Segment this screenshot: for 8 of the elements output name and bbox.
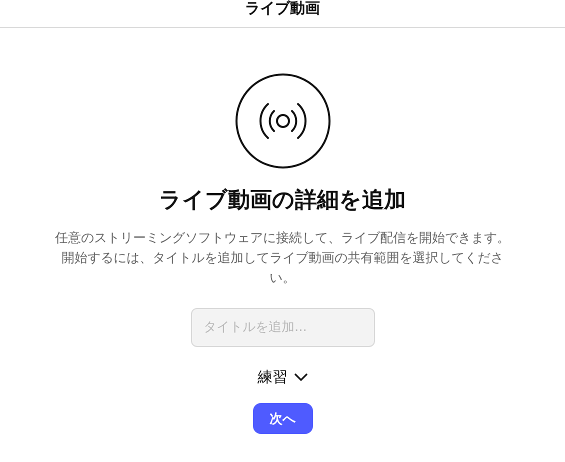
- description: 任意のストリーミングソフトウェアに接続して、ライブ配信を開始できます。開始するには、タイトルを追加してライブ動画の共有範囲を選択してください。: [54, 230, 511, 288]
- heading: ライブ動画の詳細を追加: [159, 187, 406, 215]
- page-title: ライブ動画: [245, 0, 320, 17]
- next-button[interactable]: 次へ: [252, 403, 312, 434]
- title-field[interactable]: タイトルを追加...: [190, 308, 374, 347]
- chevron-icon: [294, 373, 308, 382]
- audience-dropdown[interactable]: 練習: [258, 368, 308, 387]
- broadcast-icon: [234, 73, 330, 169]
